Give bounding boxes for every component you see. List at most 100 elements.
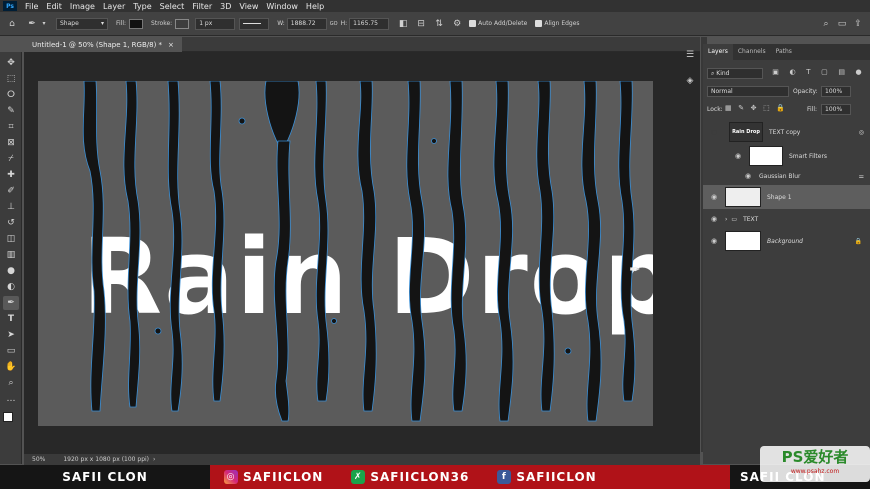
hand-tool-icon[interactable]: ✋: [3, 360, 19, 374]
path-selection-tool-icon[interactable]: ➤: [3, 328, 19, 342]
workspace-icon[interactable]: ▭: [836, 18, 848, 30]
brush-tool-icon[interactable]: ✐: [3, 184, 19, 198]
zoom-tool-icon[interactable]: ⌕: [3, 376, 19, 390]
menu-select[interactable]: Select: [160, 2, 185, 11]
layer-row[interactable]: ◉ Shape 1: [703, 185, 870, 209]
menu-file[interactable]: File: [25, 2, 38, 11]
layer-row[interactable]: ◉ Background 🔒: [703, 230, 870, 252]
gear-icon[interactable]: ⚙: [451, 18, 463, 30]
path-alignment-icon[interactable]: ⊟: [415, 18, 427, 30]
lock-transparency-icon[interactable]: ▦: [725, 104, 732, 114]
menu-window[interactable]: Window: [266, 2, 298, 11]
lock-position-icon[interactable]: ✥: [751, 104, 757, 114]
chevron-down-icon[interactable]: ▾: [38, 18, 50, 30]
dodge-tool-icon[interactable]: ◐: [3, 280, 19, 294]
adjustment-filter-icon[interactable]: ◐: [790, 68, 796, 79]
layer-filter-select[interactable]: ⌕ Kind: [707, 68, 763, 79]
pen-tool-icon[interactable]: ✒: [3, 296, 19, 310]
menu-layer[interactable]: Layer: [103, 2, 125, 11]
tab-layers[interactable]: Layers: [703, 44, 733, 60]
blur-tool-icon[interactable]: ●: [3, 264, 19, 278]
eye-icon[interactable]: ◉: [733, 152, 743, 160]
eyedropper-tool-icon[interactable]: ⌿: [3, 152, 19, 166]
stroke-swatch[interactable]: [175, 18, 190, 29]
toggle-filter-icon[interactable]: ●: [856, 68, 862, 79]
properties-panel-icon[interactable]: ◈: [682, 74, 698, 88]
lasso-tool-icon[interactable]: ⵔ: [3, 88, 19, 102]
gradient-tool-icon[interactable]: ▥: [3, 248, 19, 262]
layer-row[interactable]: ◉ Gaussian Blur ⚌: [703, 168, 870, 184]
share-icon[interactable]: ⇪: [852, 18, 864, 30]
lock-artboard-icon[interactable]: ⬚: [763, 104, 770, 114]
home-icon[interactable]: ⌂: [6, 18, 18, 30]
smart-object-filter-icon[interactable]: ▤: [838, 68, 845, 79]
layer-row[interactable]: ◉ › ▭ TEXT: [703, 209, 870, 229]
width-field[interactable]: 1888.72: [286, 17, 327, 30]
chevron-right-icon[interactable]: ›: [725, 216, 727, 223]
canvas-area[interactable]: Rain Drop ✒: [24, 52, 700, 454]
shape-filter-icon[interactable]: ▢: [821, 68, 828, 79]
tab-paths[interactable]: Paths: [771, 44, 797, 60]
type-tool-icon[interactable]: T: [3, 312, 19, 326]
quick-select-tool-icon[interactable]: ✎: [3, 104, 19, 118]
zoom-level[interactable]: 50%: [32, 456, 45, 463]
marquee-tool-icon[interactable]: ⬚: [3, 72, 19, 86]
layer-name: Gaussian Blur: [759, 172, 801, 180]
opacity-field[interactable]: 100%: [821, 86, 851, 97]
folder-icon: ▭: [731, 215, 738, 223]
path-operations-icon[interactable]: ◧: [397, 18, 409, 30]
menu-3d[interactable]: 3D: [220, 2, 231, 11]
layer-row[interactable]: ◻ Rain Drop TEXT copy ◎: [703, 122, 870, 142]
checkbox-checked-icon: [469, 20, 477, 27]
document-tab[interactable]: Untitled-1 @ 50% (Shape 1, RGB/8) * ×: [24, 37, 182, 52]
document-canvas[interactable]: Rain Drop: [38, 81, 653, 426]
move-tool-icon[interactable]: ✥: [3, 56, 19, 70]
lock-all-icon[interactable]: 🔒: [776, 104, 785, 114]
tab-channels[interactable]: Channels: [733, 44, 771, 60]
close-icon[interactable]: ×: [168, 41, 174, 49]
image-filter-icon[interactable]: ▣: [772, 68, 779, 79]
layer-row[interactable]: ◉ Smart Filters: [703, 146, 870, 166]
menu-filter[interactable]: Filter: [192, 2, 212, 11]
fill-swatch[interactable]: [129, 18, 144, 29]
lock-image-icon[interactable]: ✎: [738, 104, 744, 114]
menu-type[interactable]: Type: [133, 2, 151, 11]
visibility-off-icon[interactable]: ◻: [709, 128, 719, 136]
link-dimensions-button[interactable]: GO: [330, 21, 338, 27]
eye-icon[interactable]: ◉: [743, 172, 753, 180]
search-icon[interactable]: ⌕: [820, 18, 832, 30]
menu-help[interactable]: Help: [306, 2, 324, 11]
chevron-right-icon[interactable]: ›: [153, 456, 155, 463]
pen-tool-icon[interactable]: ✒: [26, 18, 38, 30]
eye-icon[interactable]: ◉: [709, 215, 719, 223]
healing-brush-tool-icon[interactable]: ✚: [3, 168, 19, 182]
height-field[interactable]: 1165.75: [349, 17, 390, 30]
type-filter-icon[interactable]: T: [806, 68, 810, 79]
eraser-tool-icon[interactable]: ◫: [3, 232, 19, 246]
more-tools-icon[interactable]: …: [3, 392, 19, 406]
instagram-icon: ◎: [224, 470, 238, 484]
path-arrangement-icon[interactable]: ⇅: [433, 18, 445, 30]
clone-stamp-tool-icon[interactable]: ⊥: [3, 200, 19, 214]
menu-view[interactable]: View: [239, 2, 258, 11]
auto-add-delete-checkbox[interactable]: Auto Add/Delete: [469, 20, 527, 27]
stroke-size-field[interactable]: 1 px: [195, 17, 236, 30]
foreground-color-swatch[interactable]: [3, 412, 13, 422]
fill-field[interactable]: 100%: [821, 104, 851, 115]
menu-edit[interactable]: Edit: [46, 2, 62, 11]
history-panel-icon[interactable]: ☰: [682, 48, 698, 62]
creator-banner: SAFII CLON ◎ SAFIICLON ✗ SAFIICLON36 f SAFI…: [0, 465, 870, 489]
crop-tool-icon[interactable]: ⌗: [3, 120, 19, 134]
blend-mode-select[interactable]: Normal: [707, 86, 789, 97]
history-brush-tool-icon[interactable]: ↺: [3, 216, 19, 230]
tool-mode-select[interactable]: Shape ▾: [56, 17, 108, 30]
filter-options-icon[interactable]: ⚌: [859, 173, 864, 180]
rectangle-tool-icon[interactable]: ▭: [3, 344, 19, 358]
align-edges-checkbox[interactable]: Align Edges: [535, 20, 580, 27]
frame-tool-icon[interactable]: ⊠: [3, 136, 19, 150]
width-label: W:: [277, 20, 285, 27]
menu-image[interactable]: Image: [70, 2, 95, 11]
eye-icon[interactable]: ◉: [709, 237, 719, 245]
stroke-type-select[interactable]: [239, 17, 270, 30]
eye-icon[interactable]: ◉: [709, 193, 719, 201]
